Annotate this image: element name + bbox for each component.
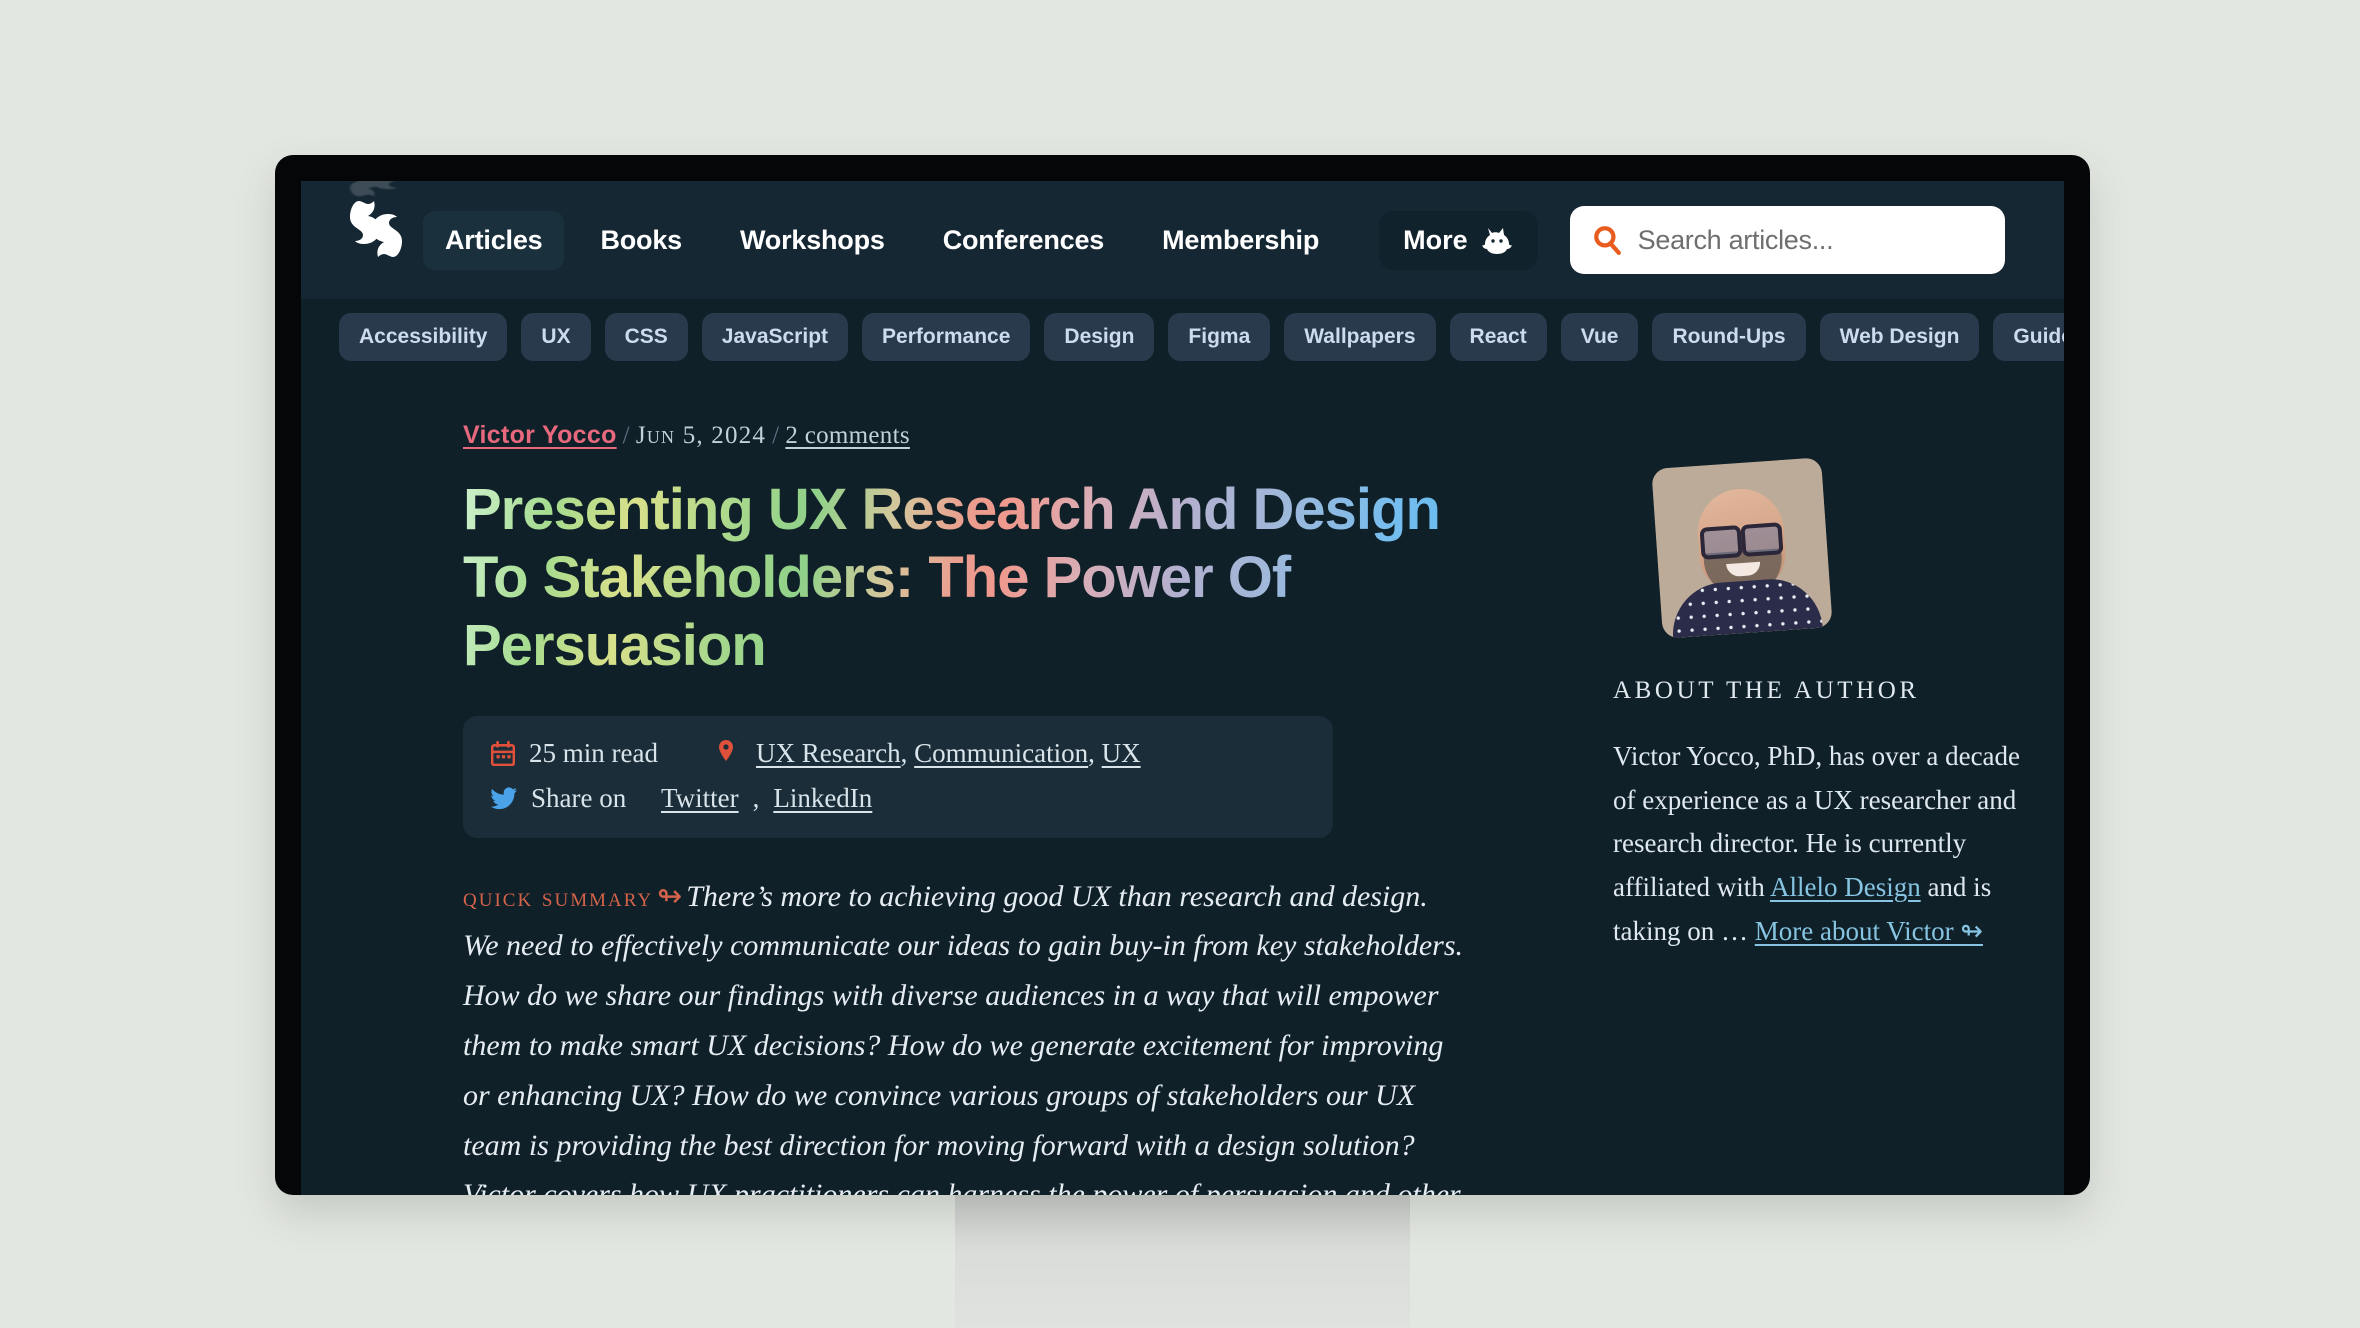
read-time-label: 25 min read: [529, 737, 658, 768]
search-input[interactable]: Search articles...: [1569, 206, 2005, 274]
photo-glasses: [1699, 522, 1782, 552]
article-tag-ux[interactable]: UX: [1102, 738, 1141, 768]
nav-item-books[interactable]: Books: [578, 211, 704, 270]
meta-row-read-and-tags: 25 min read UX Research, Communication, …: [491, 738, 1305, 769]
twitter-icon: [491, 787, 517, 810]
author-bio: Victor Yocco, PhD, has over a decade of …: [1613, 735, 2043, 954]
share-label: Share on: [531, 782, 627, 813]
tag-css[interactable]: CSS: [604, 313, 688, 361]
tag-wallpapers[interactable]: Wallpapers: [1284, 313, 1436, 361]
site-header: Articles Books Workshops Conferences Mem…: [301, 181, 2064, 299]
byline: Victor Yocco / Jun 5, 2024/2 comments: [463, 421, 1493, 450]
screen: Articles Books Workshops Conferences Mem…: [301, 181, 2064, 1195]
tag-round-ups[interactable]: Round-Ups: [1652, 313, 1806, 361]
article-area: Victor Yocco / Jun 5, 2024/2 comments Pres…: [301, 375, 2064, 1195]
tag-guides[interactable]: Guides: [1993, 313, 2064, 361]
byline-separator-1: /: [622, 422, 630, 449]
article-tag-communication[interactable]: Communication: [914, 738, 1088, 768]
search-placeholder: Search articles...: [1637, 224, 1834, 255]
nav-item-workshops[interactable]: Workshops: [718, 211, 907, 270]
tag-design[interactable]: Design: [1044, 313, 1155, 361]
category-tag-strip[interactable]: Accessibility UX CSS JavaScript Performa…: [301, 299, 2064, 375]
logo-reflection-icon: [350, 181, 402, 197]
tag-accessibility[interactable]: Accessibility: [339, 313, 508, 361]
quick-summary-label: Quick Summary: [463, 881, 654, 912]
tag-figma[interactable]: Figma: [1168, 313, 1271, 361]
smashing-magazine-logo[interactable]: [339, 181, 417, 288]
byline-comments-link[interactable]: 2 comments: [785, 422, 910, 449]
page-title: Presenting UX Research And Design To Sta…: [463, 476, 1473, 680]
article-main-column: Victor Yocco / Jun 5, 2024/2 comments Pres…: [463, 421, 1493, 1195]
nav-item-membership[interactable]: Membership: [1140, 211, 1341, 270]
share-cell: Share on Twitter, LinkedIn: [491, 783, 872, 814]
tag-performance[interactable]: Performance: [862, 313, 1031, 361]
monitor-stand: [955, 1190, 1410, 1328]
author-bio-link-allelo-design[interactable]: Allelo Design: [1770, 872, 1921, 902]
nav-item-articles[interactable]: Articles: [423, 210, 565, 270]
tag-vue[interactable]: Vue: [1560, 313, 1639, 361]
tag-icon: [718, 740, 742, 766]
author-sidebar: About The Author Victor Yocco, PhD, has …: [1613, 421, 2043, 1195]
more-button[interactable]: More: [1379, 210, 1538, 270]
monitor-bezel: Articles Books Workshops Conferences Mem…: [275, 155, 2090, 1195]
read-time-cell: 25 min read: [491, 738, 658, 769]
byline-author[interactable]: Victor Yocco: [463, 421, 617, 449]
tag-web-design[interactable]: Web Design: [1819, 313, 1980, 361]
cat-icon: [1480, 225, 1514, 255]
article-meta-box: 25 min read UX Research, Communication, …: [463, 715, 1333, 838]
article-tags-cell: UX Research, Communication, UX: [718, 738, 1141, 769]
meta-row-share: Share on Twitter, LinkedIn: [491, 783, 1305, 814]
nav-item-conferences[interactable]: Conferences: [921, 211, 1126, 270]
article-tag-links: UX Research, Communication, UX: [755, 737, 1141, 768]
tag-javascript[interactable]: JavaScript: [701, 313, 849, 361]
share-link-linkedin[interactable]: LinkedIn: [773, 783, 872, 814]
article-tag-ux-research[interactable]: UX Research: [756, 738, 901, 768]
author-bio-link-more-about-victor[interactable]: More about Victor ↬: [1755, 916, 1983, 946]
share-link-twitter[interactable]: Twitter: [661, 783, 739, 814]
calendar-icon: [491, 740, 515, 766]
more-button-label: More: [1403, 224, 1468, 255]
quick-summary-text: There’s more to achieving good UX than r…: [463, 879, 1463, 1195]
quick-summary-mark-icon: ↬: [657, 879, 683, 913]
tag-ux[interactable]: UX: [521, 313, 591, 361]
search-icon: [1592, 225, 1622, 255]
tag-react[interactable]: React: [1449, 313, 1547, 361]
byline-separator-2: /: [772, 422, 780, 449]
byline-date: Jun 5, 2024: [635, 422, 767, 449]
quick-summary: Quick Summary ↬ There’s more to achieving …: [463, 872, 1463, 1195]
about-the-author-heading: About The Author: [1613, 677, 1920, 704]
author-photo-victor-yocco: [1651, 457, 1833, 639]
